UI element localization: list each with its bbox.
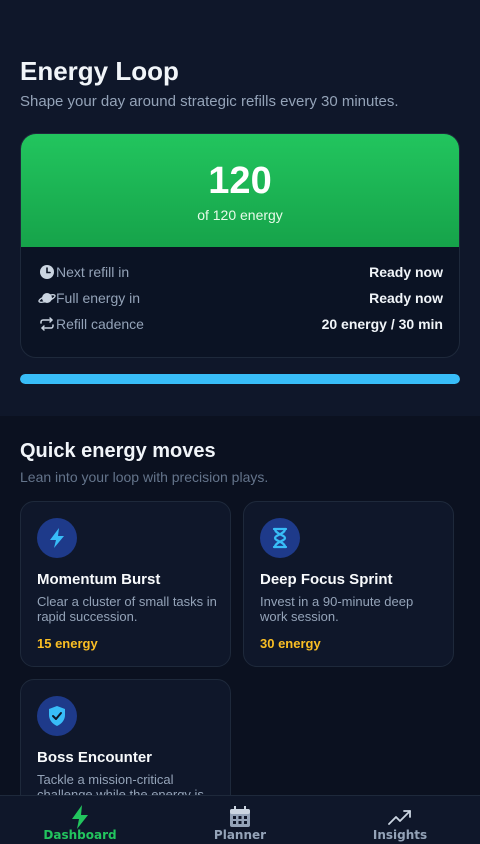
section-title: Quick energy moves <box>20 440 216 462</box>
stat-value: 20 energy / 30 min <box>321 316 443 332</box>
move-description: Invest in a 90-minute deep work session. <box>260 594 414 624</box>
lightning-icon <box>37 518 77 558</box>
bottom-nav: Dashboard Planner Insights <box>0 795 480 844</box>
energy-progress-fill <box>20 374 460 384</box>
planet-icon <box>38 289 56 307</box>
page-subtitle: Shape your day around strategic refills … <box>20 93 399 110</box>
nav-item-dashboard[interactable]: Dashboard <box>0 796 160 844</box>
nav-item-planner[interactable]: Planner <box>160 796 320 844</box>
repeat-icon <box>38 315 56 333</box>
move-card-deep-focus-sprint[interactable]: Deep Focus Sprint Invest in a 90-minute … <box>243 501 454 667</box>
move-title: Deep Focus Sprint <box>260 571 393 588</box>
stat-value: Ready now <box>369 264 443 280</box>
stat-refill-cadence: Refill cadence 20 energy / 30 min <box>38 314 443 334</box>
energy-value: 120 <box>208 160 272 202</box>
stat-full-energy: Full energy in Ready now <box>38 288 443 308</box>
clock-icon <box>38 263 56 281</box>
calendar-icon <box>227 804 253 830</box>
energy-card: 120 of 120 energy Next refill in Ready n… <box>20 133 460 358</box>
move-cost: 30 energy <box>260 636 321 651</box>
hourglass-icon <box>260 518 300 558</box>
move-card-momentum-burst[interactable]: Momentum Burst Clear a cluster of small … <box>20 501 231 667</box>
stat-label: Refill cadence <box>56 316 144 332</box>
stat-label: Full energy in <box>56 290 141 306</box>
move-description: Clear a cluster of small tasks in rapid … <box>37 594 217 624</box>
move-cost: 15 energy <box>37 636 98 651</box>
lightning-icon <box>67 804 93 830</box>
shield-check-icon <box>37 696 77 736</box>
move-title: Momentum Burst <box>37 571 161 588</box>
stat-next-refill: Next refill in Ready now <box>38 262 443 282</box>
nav-label: Insights <box>372 828 428 842</box>
stat-label: Next refill in <box>56 264 130 280</box>
energy-progress-bar <box>20 374 460 384</box>
stat-value: Ready now <box>369 290 443 306</box>
energy-hero: 120 of 120 energy <box>21 134 459 247</box>
move-title: Boss Encounter <box>37 749 153 766</box>
nav-label: Planner <box>213 828 267 842</box>
page-title: Energy Loop <box>20 56 179 86</box>
nav-label: Dashboard <box>43 828 117 842</box>
energy-caption: of 120 energy <box>197 207 283 223</box>
nav-item-insights[interactable]: Insights <box>320 796 480 844</box>
trending-up-icon <box>387 804 413 830</box>
section-subtitle: Lean into your loop with precision plays… <box>20 469 269 485</box>
